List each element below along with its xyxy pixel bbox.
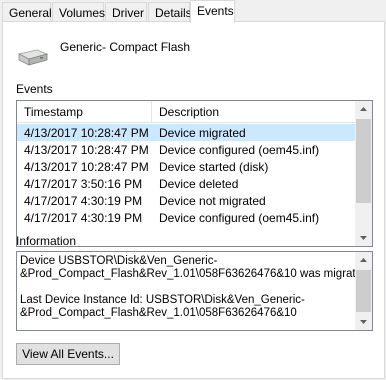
event-row[interactable]: 4/17/2017 4:30:19 PM Device not migrated: [17, 192, 356, 209]
event-timestamp: 4/13/2017 10:28:47 PM: [24, 143, 149, 157]
event-row[interactable]: 4/17/2017 4:30:19 PM Device configured (…: [17, 209, 356, 226]
tab-details[interactable]: Details: [148, 2, 192, 22]
scroll-down-icon[interactable]: [355, 229, 372, 246]
events-list[interactable]: Timestamp Description 4/13/2017 10:28:47…: [16, 100, 373, 247]
event-timestamp: 4/13/2017 10:28:47 PM: [24, 160, 149, 174]
view-all-events-button[interactable]: View All Events...: [16, 343, 120, 365]
event-description: Device migrated: [159, 126, 246, 140]
events-list-header: Timestamp Description: [17, 101, 356, 123]
information-scroll-thumb[interactable]: [356, 270, 371, 312]
events-label: Events: [16, 82, 53, 96]
events-scroll-thumb[interactable]: [356, 119, 371, 203]
event-description: Device not migrated: [159, 194, 266, 208]
events-scrollbar[interactable]: [355, 101, 372, 246]
event-timestamp: 4/17/2017 4:30:19 PM: [24, 211, 143, 225]
information-scrollbar[interactable]: [355, 252, 372, 330]
column-header-description[interactable]: Description: [152, 101, 356, 123]
event-row[interactable]: 4/13/2017 10:28:47 PM Device started (di…: [17, 158, 356, 175]
tab-general[interactable]: General: [2, 2, 52, 22]
event-description: Device deleted: [159, 177, 239, 191]
device-properties-window: General Volumes Driver Details Events Ge…: [0, 0, 386, 380]
tab-strip: General Volumes Driver Details Events: [2, 0, 386, 23]
scroll-up-icon[interactable]: [355, 252, 372, 269]
event-description: Device started (disk): [159, 160, 269, 174]
events-rows: 4/13/2017 10:28:47 PM Device migrated 4/…: [17, 124, 356, 226]
tab-driver[interactable]: Driver: [105, 2, 147, 22]
event-timestamp: 4/17/2017 4:30:19 PM: [24, 194, 143, 208]
scroll-up-icon[interactable]: [355, 101, 372, 118]
event-row[interactable]: 4/13/2017 10:28:47 PM Device migrated: [17, 124, 356, 141]
information-box[interactable]: Device USBSTOR\Disk&Ven_Generic- &Prod_C…: [16, 251, 373, 331]
device-name: Generic- Compact Flash: [60, 40, 191, 54]
event-timestamp: 4/17/2017 3:50:16 PM: [24, 177, 143, 191]
event-timestamp: 4/13/2017 10:28:47 PM: [24, 126, 149, 140]
event-description: Device configured (oem45.inf): [159, 211, 320, 225]
information-text: Device USBSTOR\Disk&Ven_Generic- &Prod_C…: [20, 255, 372, 319]
event-row[interactable]: 4/13/2017 10:28:47 PM Device configured …: [17, 141, 356, 158]
drive-icon: [17, 49, 49, 66]
information-label: Information: [16, 234, 77, 248]
event-description: Device configured (oem45.inf): [159, 143, 320, 157]
column-header-timestamp[interactable]: Timestamp: [17, 101, 152, 123]
tab-events[interactable]: Events: [190, 0, 235, 23]
tab-volumes[interactable]: Volumes: [52, 2, 105, 22]
events-panel: Generic- Compact Flash Events Timestamp …: [2, 21, 385, 379]
scroll-down-icon[interactable]: [355, 313, 372, 330]
event-row[interactable]: 4/17/2017 3:50:16 PM Device deleted: [17, 175, 356, 192]
